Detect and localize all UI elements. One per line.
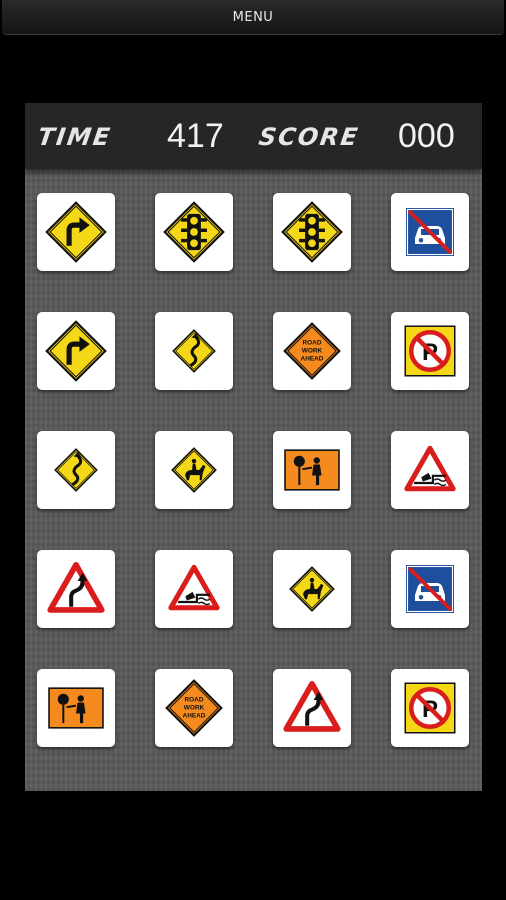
memory-card[interactable]: P [391,669,469,747]
horse-rider-sign-icon [289,566,335,612]
memory-card[interactable]: ROAD WORK AHEAD [273,312,351,390]
road-work-ahead-sign-icon: ROAD WORK AHEAD [283,322,341,380]
memory-card[interactable] [155,193,233,271]
traffic-sign-iconal-sign [281,201,343,263]
svg-text:WORK: WORK [184,705,205,712]
memory-card[interactable] [273,193,351,271]
svg-text:ROAD: ROAD [303,340,322,347]
quayside-sign-icon [168,563,220,615]
game-board: TIME 417 SCORE 000 ROAD WORK AHEAD ROAD … [25,103,482,791]
no-cars-sign-icon [403,205,457,259]
memory-card[interactable] [391,431,469,509]
road-work-ahead-sign-icon: ROAD WORK AHEAD [165,679,223,737]
memory-card[interactable]: ROAD WORK AHEAD [155,669,233,747]
time-value: 417 [167,117,224,155]
memory-card[interactable] [37,312,115,390]
memory-card[interactable] [273,669,351,747]
memory-card[interactable] [37,431,115,509]
right-turn-sign-icon [45,201,107,263]
memory-card[interactable] [391,193,469,271]
menu-bar[interactable]: MENU [2,0,504,35]
score-value: 000 [398,117,455,155]
traffic-sign-iconal-sign [163,201,225,263]
winding-road-sign-icon [54,448,98,492]
menu-label: MENU [232,9,274,25]
double-bend-sign-icon [47,560,105,618]
svg-text:AHEAD: AHEAD [183,713,206,720]
winding-road-sign-icon [172,329,216,373]
memory-card[interactable] [155,550,233,628]
flagger-sign-icon [47,685,105,731]
flagger-sign-icon [283,447,341,493]
memory-card[interactable] [155,312,233,390]
memory-card[interactable] [37,669,115,747]
memory-card[interactable]: P [391,312,469,390]
memory-card[interactable] [273,550,351,628]
memory-card[interactable] [273,431,351,509]
svg-text:ROAD: ROAD [185,697,204,704]
score-label: SCORE [257,123,362,151]
memory-card[interactable] [37,193,115,271]
svg-text:WORK: WORK [302,348,323,355]
horse-rider-sign-icon [171,447,217,493]
memory-card[interactable] [37,550,115,628]
right-turn-sign-icon [45,320,107,382]
double-bend-sign-icon [283,679,341,737]
memory-card[interactable] [391,550,469,628]
svg-text:AHEAD: AHEAD [301,356,324,363]
memory-card[interactable] [155,431,233,509]
no-cars-sign-icon [403,562,457,616]
time-label: TIME [36,123,114,151]
no-parking-sign-icon: P [403,681,457,735]
quayside-sign-icon [404,444,456,496]
hud-bar: TIME 417 SCORE 000 [25,103,482,169]
no-parking-sign-icon: P [403,324,457,378]
